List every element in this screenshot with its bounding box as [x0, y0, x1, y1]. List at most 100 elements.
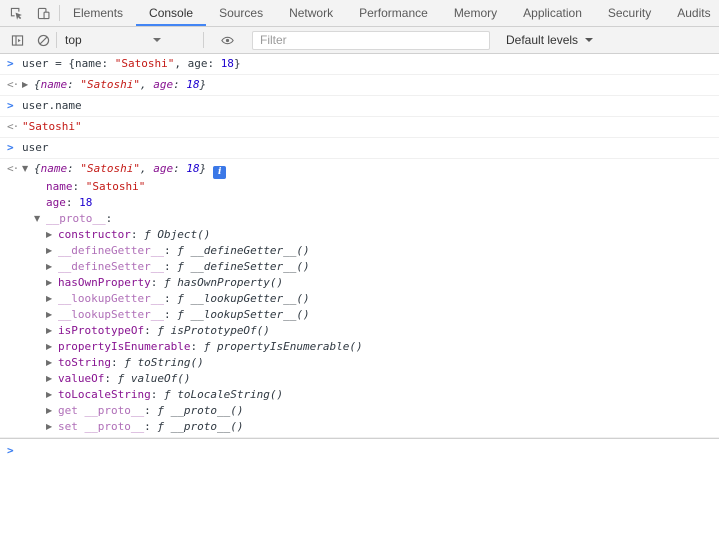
tree-row[interactable]: ▶set __proto__: ƒ __proto__() [22, 419, 719, 435]
token-key: name [41, 78, 68, 91]
execution-context-selector[interactable]: top [57, 27, 167, 53]
tree-row[interactable]: ▶get __proto__: ƒ __proto__() [22, 403, 719, 419]
console-prompt[interactable]: > [0, 438, 719, 538]
tab-memory[interactable]: Memory [441, 0, 510, 26]
input-chevron-icon: > [0, 56, 22, 72]
tree-row[interactable]: ▶__lookupSetter__: ƒ __lookupSetter__() [22, 307, 719, 323]
token-plain: : [190, 340, 203, 353]
eye-icon [220, 33, 235, 48]
triangle-collapsed-icon[interactable]: ▶ [46, 371, 58, 387]
tree-row[interactable]: ▶toString: ƒ toString() [22, 355, 719, 371]
console-sidebar-icon [10, 33, 25, 48]
token-plain: user = {name: [22, 57, 115, 70]
triangle-collapsed-icon[interactable]: ▶ [46, 307, 58, 323]
triangle-collapsed-icon[interactable]: ▶ [46, 419, 58, 435]
tree-row[interactable]: ▶propertyIsEnumerable: ƒ propertyIsEnume… [22, 339, 719, 355]
tab-network[interactable]: Network [276, 0, 346, 26]
token-plain: user.name [22, 99, 82, 112]
token-string: "Satoshi" [22, 120, 82, 133]
tree-row[interactable]: name: "Satoshi" [22, 179, 719, 195]
triangle-collapsed-icon[interactable]: ▶ [46, 227, 58, 243]
token-plain: : [66, 196, 79, 209]
console-log: >user = {name: "Satoshi", age: 18}<·▶{na… [0, 54, 719, 438]
tree-row[interactable]: ▶valueOf: ƒ valueOf() [22, 371, 719, 387]
token-plain: : [144, 404, 157, 417]
token-key: age [153, 162, 173, 175]
console-panel: >user = {name: "Satoshi", age: 18}<·▶{na… [0, 54, 719, 538]
tab-elements[interactable]: Elements [60, 0, 136, 26]
tree-row[interactable]: ▶hasOwnProperty: ƒ hasOwnProperty() [22, 275, 719, 291]
token-number: 18 [186, 162, 199, 175]
input-chevron-icon: > [0, 140, 22, 156]
info-icon[interactable]: i [213, 166, 226, 179]
filter-input[interactable] [252, 31, 490, 50]
triangle-collapsed-icon[interactable]: ▶ [46, 355, 58, 371]
triangle-collapsed-icon[interactable]: ▶ [46, 339, 58, 355]
prompt-chevron-icon: > [0, 443, 22, 538]
chevron-down-icon [153, 38, 161, 42]
triangle-expanded-icon[interactable]: ▼ [22, 161, 34, 177]
tab-security[interactable]: Security [595, 0, 664, 26]
token-func: ƒ isPrototypeOf() [157, 324, 270, 337]
message-text[interactable]: ▼{name: "Satoshi", age: 18}i [22, 161, 719, 179]
token-keydim: __proto__ [46, 212, 106, 225]
triangle-collapsed-icon[interactable]: ▶ [46, 291, 58, 307]
triangle-collapsed-icon[interactable]: ▶ [22, 77, 34, 93]
tab-console[interactable]: Console [136, 0, 206, 26]
token-plain: : [67, 78, 80, 91]
triangle-expanded-icon[interactable]: ▼ [34, 211, 46, 227]
triangle-collapsed-icon[interactable]: ▶ [46, 259, 58, 275]
token-func: ƒ __defineGetter__() [177, 244, 309, 257]
message-text[interactable]: ▶{name: "Satoshi", age: 18} [22, 77, 719, 93]
message-text: "Satoshi" [22, 119, 719, 135]
triangle-collapsed-icon[interactable]: ▶ [46, 275, 58, 291]
console-message: <·▼{name: "Satoshi", age: 18}iname: "Sat… [0, 159, 719, 438]
tree-row[interactable]: age: 18 [22, 195, 719, 211]
token-func: ƒ __proto__() [157, 404, 243, 417]
tree-row[interactable]: ▶isPrototypeOf: ƒ isPrototypeOf() [22, 323, 719, 339]
token-func: ƒ __lookupSetter__() [177, 308, 309, 321]
token-plain: } [234, 57, 241, 70]
tab-application[interactable]: Application [510, 0, 595, 26]
clear-console-button[interactable] [30, 28, 56, 52]
console-message: >user [0, 138, 719, 159]
triangle-collapsed-icon[interactable]: ▶ [46, 403, 58, 419]
triangle-collapsed-icon[interactable]: ▶ [46, 323, 58, 339]
token-plain: : [131, 228, 144, 241]
output-arrow-icon: <· [0, 119, 22, 135]
token-plain: } [200, 78, 207, 91]
triangle-collapsed-icon[interactable]: ▶ [46, 387, 58, 403]
tree-row[interactable]: ▶__lookupGetter__: ƒ __lookupGetter__() [22, 291, 719, 307]
token-func: ƒ __proto__() [157, 420, 243, 433]
tree-row[interactable]: ▶__defineGetter__: ƒ __defineGetter__() [22, 243, 719, 259]
token-key: hasOwnProperty [58, 276, 151, 289]
token-plain: : [144, 420, 157, 433]
tab-sources[interactable]: Sources [206, 0, 276, 26]
tree-row[interactable]: ▶toLocaleString: ƒ toLocaleString() [22, 387, 719, 403]
tree-row[interactable]: ▶__defineSetter__: ƒ __defineSetter__() [22, 259, 719, 275]
tree-row[interactable]: ▼__proto__: [22, 211, 719, 227]
clear-console-icon [36, 33, 51, 48]
token-key: toString [58, 356, 111, 369]
output-arrow-icon: <· [0, 77, 22, 93]
token-keydim: set __proto__ [58, 420, 144, 433]
token-key: propertyIsEnumerable [58, 340, 190, 353]
triangle-collapsed-icon[interactable]: ▶ [46, 243, 58, 259]
device-toolbar-button[interactable] [30, 1, 56, 25]
log-levels-dropdown[interactable]: Default levels [506, 33, 593, 47]
tab-audits[interactable]: Audits [664, 0, 719, 26]
tab-performance[interactable]: Performance [346, 0, 441, 26]
token-key: toLocaleString [58, 388, 151, 401]
token-string: "Satoshi" [115, 57, 175, 70]
token-key: valueOf [58, 372, 104, 385]
tree-row[interactable]: ▶constructor: ƒ Object() [22, 227, 719, 243]
message-text: user = {name: "Satoshi", age: 18} [22, 56, 719, 72]
token-key: age [46, 196, 66, 209]
inspect-element-button[interactable] [3, 1, 29, 25]
console-sidebar-button[interactable] [4, 28, 30, 52]
token-plain: , age: [174, 57, 220, 70]
token-key: constructor [58, 228, 131, 241]
token-key: name [46, 180, 73, 193]
token-key: age [153, 78, 173, 91]
live-expression-button[interactable] [214, 28, 240, 52]
